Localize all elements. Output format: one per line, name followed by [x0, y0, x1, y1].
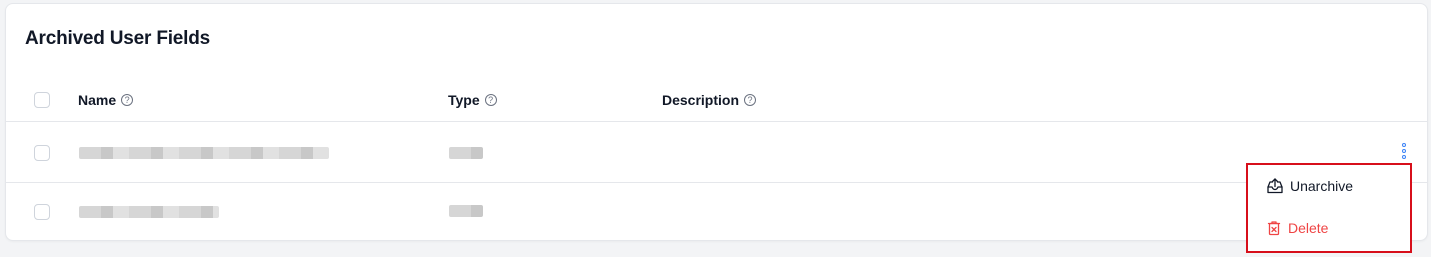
archived-user-fields-card: Archived User Fields Name ? Type ? Descr… — [5, 3, 1428, 241]
delete-label: Delete — [1288, 220, 1329, 236]
column-header-type[interactable]: Type ? — [448, 92, 497, 108]
table-row[interactable] — [6, 123, 1427, 183]
type-cell-obscured — [449, 147, 483, 159]
question-circle-icon[interactable]: ? — [484, 94, 497, 106]
name-cell-obscured — [79, 206, 219, 218]
card-title: Archived User Fields — [25, 28, 211, 49]
row-checkbox[interactable] — [34, 145, 50, 161]
name-cell-obscured — [79, 147, 329, 159]
question-circle-icon[interactable]: ? — [744, 94, 757, 106]
unarchive-label: Unarchive — [1290, 178, 1354, 194]
column-label-name: Name — [78, 92, 117, 108]
row-checkbox[interactable] — [34, 204, 50, 220]
column-header-description[interactable]: Description ? — [662, 92, 757, 108]
unarchive-tray-icon — [1266, 177, 1284, 195]
select-all-checkbox[interactable] — [34, 92, 50, 108]
column-header-name[interactable]: Name ? — [78, 92, 134, 108]
trash-icon — [1266, 220, 1282, 236]
row-actions-menu: Unarchive Delete — [1246, 163, 1412, 253]
column-label-type: Type — [448, 92, 480, 108]
unarchive-menu-item[interactable]: Unarchive — [1266, 177, 1353, 195]
vertical-ellipsis-icon[interactable] — [1401, 143, 1407, 159]
question-circle-icon[interactable]: ? — [121, 94, 134, 106]
table-row[interactable] — [6, 184, 1427, 241]
delete-menu-item[interactable]: Delete — [1266, 220, 1328, 236]
column-label-description: Description — [662, 92, 740, 108]
table-header-row: Name ? Type ? Description ? — [6, 82, 1427, 122]
type-cell-obscured — [449, 205, 483, 217]
